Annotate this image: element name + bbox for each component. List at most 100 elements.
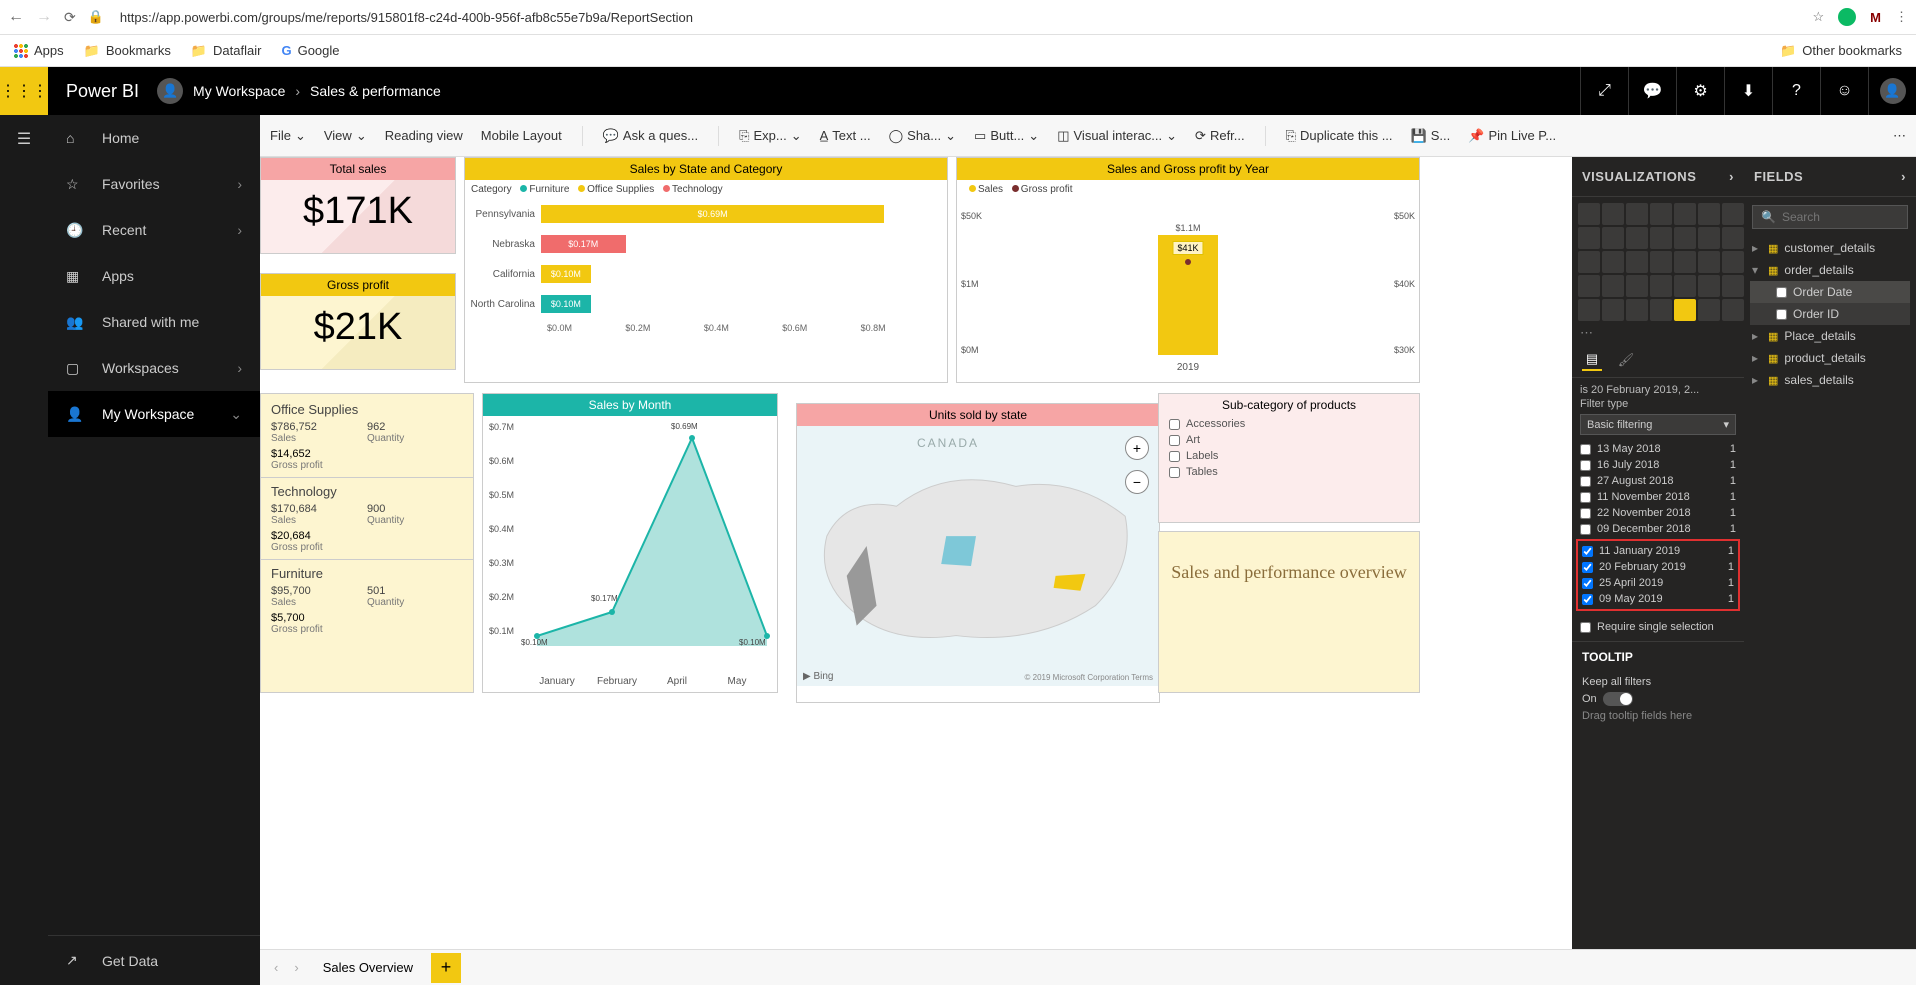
pin-button[interactable]: 📌Pin Live P... — [1468, 128, 1556, 144]
checkbox[interactable] — [1776, 309, 1787, 320]
grammarly-icon[interactable] — [1838, 8, 1856, 26]
nav-apps[interactable]: ▦Apps — [48, 253, 260, 299]
viz-type-icon[interactable] — [1674, 227, 1696, 249]
viz-type-icon[interactable] — [1602, 275, 1624, 297]
keep-all-toggle[interactable] — [1603, 692, 1633, 706]
comments-icon[interactable]: 💬 — [1628, 67, 1676, 115]
view-menu[interactable]: View ⌄ — [324, 128, 367, 144]
viz-type-icon[interactable] — [1626, 203, 1648, 225]
reading-view-button[interactable]: Reading view — [385, 128, 463, 143]
breadcrumb-report[interactable]: Sales & performance — [310, 83, 441, 99]
tile-category-stats[interactable]: Office Supplies $786,752962 SalesQuantit… — [260, 393, 474, 693]
tabs-next-icon[interactable]: › — [288, 960, 304, 975]
checkbox[interactable] — [1582, 594, 1593, 605]
nav-favorites[interactable]: ☆Favorites› — [48, 161, 260, 207]
viz-type-icon[interactable] — [1650, 251, 1672, 273]
viz-type-icon[interactable] — [1722, 227, 1744, 249]
field-table[interactable]: ▸ ▦ product_details — [1750, 347, 1910, 369]
viz-type-icon[interactable] — [1626, 275, 1648, 297]
field-table[interactable]: ▸ ▦ sales_details — [1750, 369, 1910, 391]
back-icon[interactable]: ← — [8, 8, 24, 26]
viz-type-icon[interactable] — [1650, 227, 1672, 249]
download-icon[interactable]: ⬇ — [1724, 67, 1772, 115]
app-launcher-icon[interactable]: ⋮⋮⋮ — [0, 67, 48, 115]
checkbox[interactable] — [1582, 546, 1593, 557]
viz-type-icon[interactable] — [1674, 251, 1696, 273]
search-input[interactable] — [1782, 210, 1916, 224]
page-tab[interactable]: Sales Overview — [309, 952, 427, 983]
viz-type-icon[interactable] — [1626, 299, 1648, 321]
other-bookmarks[interactable]: 📁Other bookmarks — [1780, 43, 1902, 59]
tile-sales-year[interactable]: Sales and Gross profit by Year Sales Gro… — [956, 157, 1420, 383]
forward-icon[interactable]: → — [36, 8, 52, 26]
nav-recent[interactable]: 🕘Recent› — [48, 207, 260, 253]
visual-interactions-button[interactable]: ◫Visual interac... ⌄ — [1057, 128, 1177, 144]
nav-workspaces[interactable]: ▢Workspaces› — [48, 345, 260, 391]
filter-date-row[interactable]: 27 August 20181 — [1580, 473, 1736, 489]
viz-type-icon[interactable] — [1578, 203, 1600, 225]
nav-shared[interactable]: 👥Shared with me — [48, 299, 260, 345]
viz-type-icon[interactable] — [1722, 275, 1744, 297]
checkbox[interactable] — [1580, 508, 1591, 519]
viz-type-icon[interactable] — [1698, 299, 1720, 321]
field-table[interactable]: ▸ ▦ Place_details — [1750, 325, 1910, 347]
tooltip-header[interactable]: TOOLTIP — [1572, 641, 1744, 672]
get-data-button[interactable]: ↗Get Data — [48, 935, 260, 985]
viz-type-icon[interactable] — [1650, 299, 1672, 321]
bookmark-folder[interactable]: 📁Dataflair — [191, 43, 262, 59]
viz-type-icon[interactable] — [1698, 275, 1720, 297]
bookmark-folder[interactable]: 📁Bookmarks — [84, 43, 171, 59]
slicer-item[interactable]: Tables — [1159, 464, 1419, 480]
breadcrumb-workspace[interactable]: My Workspace — [193, 83, 285, 99]
viz-type-icon[interactable] — [1578, 275, 1600, 297]
field-column[interactable]: Order Date — [1750, 281, 1910, 303]
filter-type-select[interactable]: Basic filtering▾ — [1580, 414, 1736, 435]
shapes-button[interactable]: ◯Sha... ⌄ — [889, 128, 956, 144]
checkbox[interactable] — [1580, 524, 1591, 535]
viz-type-icon[interactable] — [1626, 251, 1648, 273]
viz-type-icon[interactable] — [1698, 251, 1720, 273]
reload-icon[interactable]: ⟳ — [64, 9, 76, 26]
duplicate-button[interactable]: ⎘Duplicate this ... — [1286, 128, 1393, 144]
viz-type-icon[interactable] — [1602, 299, 1624, 321]
viz-type-icon[interactable] — [1602, 203, 1624, 225]
add-page-button[interactable]: + — [431, 953, 461, 983]
menu-icon[interactable]: ⋮ — [1895, 9, 1908, 25]
format-tab-icon[interactable]: 🖌 — [1616, 349, 1636, 371]
filter-date-row[interactable]: 22 November 20181 — [1580, 505, 1736, 521]
viz-type-icon[interactable] — [1674, 203, 1696, 225]
feedback-icon[interactable]: ☺ — [1820, 67, 1868, 115]
ask-question-button[interactable]: 💬Ask a ques... — [603, 128, 698, 144]
filter-date-row[interactable]: 09 May 20191 — [1582, 591, 1734, 607]
checkbox[interactable] — [1169, 451, 1180, 462]
viz-type-icon[interactable] — [1650, 275, 1672, 297]
slicer-item[interactable]: Art — [1159, 432, 1419, 448]
settings-icon[interactable]: ⚙ — [1676, 67, 1724, 115]
more-icon[interactable]: ⋯ — [1572, 323, 1744, 343]
filter-date-row[interactable]: 09 December 20181 — [1580, 521, 1736, 537]
report-canvas[interactable]: Total sales $171K Gross profit $21K Sale… — [260, 157, 1572, 949]
tile-sales-by-state[interactable]: Sales by State and Category Category Fur… — [464, 157, 948, 383]
save-button[interactable]: 💾S... — [1411, 128, 1451, 144]
slicer-item[interactable]: Labels — [1159, 448, 1419, 464]
url-text[interactable]: https://app.powerbi.com/groups/me/report… — [120, 10, 1801, 25]
viz-type-icon[interactable] — [1722, 299, 1744, 321]
checkbox[interactable] — [1169, 435, 1180, 446]
viz-type-icon[interactable] — [1650, 203, 1672, 225]
viz-type-icon[interactable] — [1578, 227, 1600, 249]
viz-type-icon[interactable] — [1578, 251, 1600, 273]
extension-icon[interactable]: M — [1870, 10, 1881, 25]
mobile-layout-button[interactable]: Mobile Layout — [481, 128, 562, 143]
checkbox[interactable] — [1582, 562, 1593, 573]
bookmark-google[interactable]: GGoogle — [281, 43, 339, 58]
pane-header[interactable]: FIELDS› — [1744, 157, 1916, 197]
checkbox[interactable] — [1169, 419, 1180, 430]
tile-total-sales[interactable]: Total sales $171K — [260, 157, 456, 254]
user-avatar-icon[interactable]: 👤 — [1868, 67, 1916, 115]
file-menu[interactable]: File ⌄ — [270, 128, 306, 144]
checkbox[interactable] — [1580, 460, 1591, 471]
more-icon[interactable]: ⋯ — [1893, 128, 1906, 144]
explore-button[interactable]: ⎘Exp... ⌄ — [739, 128, 802, 144]
help-icon[interactable]: ? — [1772, 67, 1820, 115]
fields-tab-icon[interactable]: ▤ — [1582, 349, 1602, 371]
